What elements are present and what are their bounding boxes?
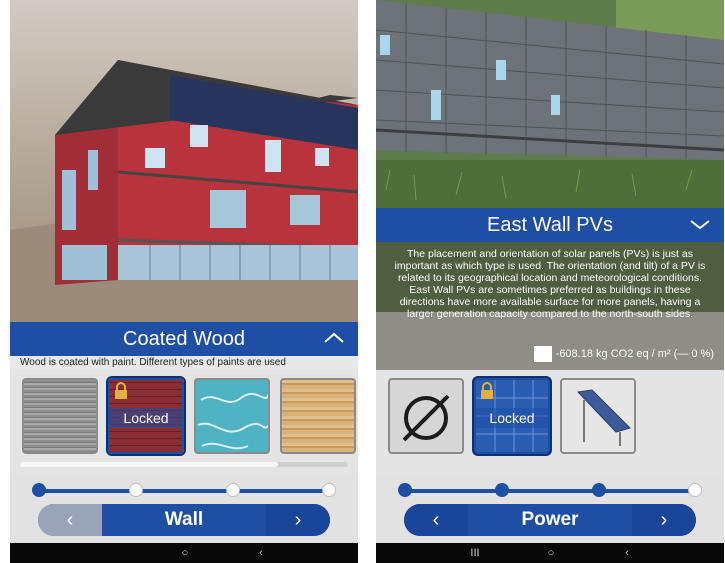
- building-model: [10, 60, 358, 322]
- home-button[interactable]: ○: [178, 546, 192, 560]
- locked-label: Locked: [110, 408, 182, 428]
- option-teal-pattern[interactable]: [194, 378, 270, 454]
- android-nav-bar: ○ ‹: [10, 543, 358, 563]
- options-scrollbar-thumb[interactable]: [20, 462, 278, 467]
- step-dot-2[interactable]: [129, 483, 143, 497]
- ar-building-scene[interactable]: [10, 0, 358, 322]
- category-title: Wall: [102, 504, 266, 536]
- step-slider-track[interactable]: [38, 489, 330, 493]
- co2-metric-value: -608.18 kg CO2 eq / m² (— 0 %): [555, 348, 714, 360]
- category-title: Power: [468, 504, 632, 536]
- category-nav: ‹ Wall ›: [38, 504, 330, 536]
- right-screen: East Wall PVs The placement and orientat…: [376, 0, 724, 563]
- pv-panel-header[interactable]: East Wall PVs: [376, 208, 724, 242]
- option-red-wood[interactable]: Locked: [108, 378, 184, 454]
- recent-apps-button[interactable]: III: [468, 546, 482, 560]
- material-options-tray: Locked: [10, 370, 358, 476]
- option-natural-wood[interactable]: [280, 378, 356, 454]
- prev-category-button[interactable]: ‹: [404, 504, 468, 536]
- panel-title: East Wall PVs: [487, 214, 613, 236]
- step-dot-3[interactable]: [592, 483, 606, 497]
- step-dot-3[interactable]: [226, 483, 240, 497]
- home-button[interactable]: ○: [544, 546, 558, 560]
- material-description: Wood is coated with paint. Different typ…: [10, 356, 358, 370]
- option-none[interactable]: [388, 378, 464, 454]
- teal-pattern-swatch: [197, 392, 268, 450]
- empty-set-icon: [402, 394, 450, 442]
- bottom-controls: ‹ Wall ›: [10, 476, 358, 543]
- metric-swatch: [533, 346, 552, 362]
- category-nav: ‹ Power ›: [404, 504, 696, 536]
- option-wall-pv[interactable]: Locked: [474, 378, 550, 454]
- pv-description: The placement and orientation of solar p…: [394, 248, 706, 320]
- step-dot-4[interactable]: [322, 483, 336, 497]
- lock-icon: [481, 382, 493, 399]
- lock-icon: [115, 382, 127, 399]
- back-button[interactable]: ‹: [254, 546, 268, 560]
- material-panel-header[interactable]: Coated Wood: [10, 322, 358, 356]
- option-tilted-pv[interactable]: [560, 378, 636, 454]
- step-dot-1[interactable]: [32, 483, 46, 497]
- next-category-button[interactable]: ›: [632, 504, 696, 536]
- step-dot-1[interactable]: [398, 483, 412, 497]
- panel-title: Coated Wood: [123, 328, 245, 350]
- back-button[interactable]: ‹: [620, 546, 634, 560]
- tilted-pv-icon: [576, 389, 631, 446]
- step-slider-track[interactable]: [404, 489, 696, 493]
- bottom-controls: ‹ Power ›: [376, 476, 724, 543]
- step-dot-2[interactable]: [495, 483, 509, 497]
- option-gray-wood[interactable]: [22, 378, 98, 454]
- step-dot-4[interactable]: [688, 483, 702, 497]
- co2-metric: -608.18 kg CO2 eq / m² (— 0 %): [533, 346, 714, 362]
- pv-description-box: The placement and orientation of solar p…: [376, 242, 724, 370]
- next-category-button[interactable]: ›: [266, 504, 330, 536]
- locked-label: Locked: [476, 408, 548, 428]
- android-nav-bar: III ○ ‹: [376, 543, 724, 563]
- chevron-up-icon[interactable]: [322, 322, 346, 356]
- pv-options-tray: Locked: [376, 370, 724, 476]
- left-screen: Coated Wood Wood is coated with paint. D…: [10, 0, 358, 563]
- options-scrollbar[interactable]: [20, 462, 348, 467]
- chevron-down-icon[interactable]: [688, 208, 712, 242]
- prev-category-button[interactable]: ‹: [38, 504, 102, 536]
